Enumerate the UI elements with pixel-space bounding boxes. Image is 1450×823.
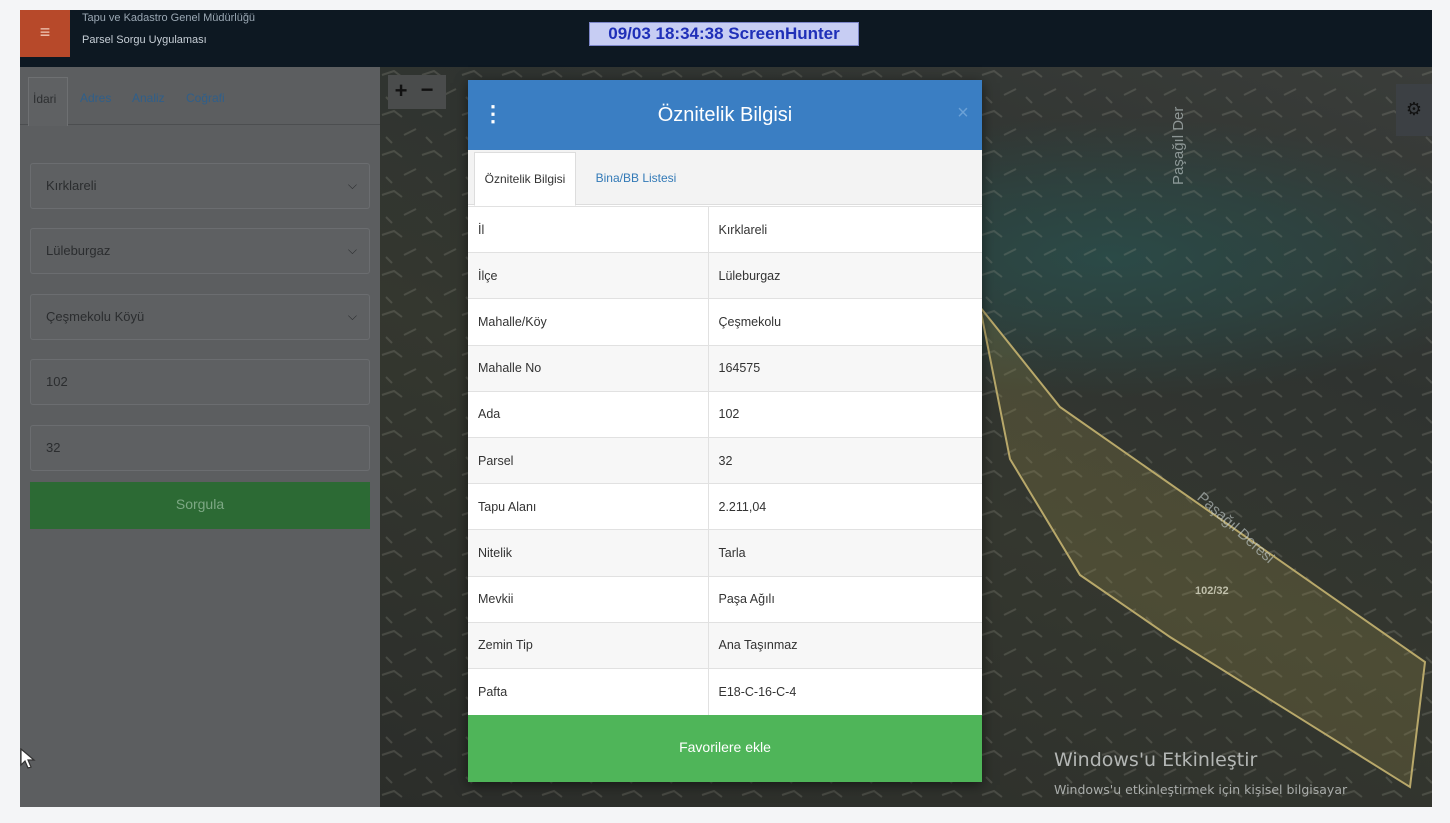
- table-row: İlçe Lüleburgaz: [468, 252, 982, 299]
- table-row: Parsel 32: [468, 436, 982, 484]
- attr-value: E18-C-16-C-4: [708, 667, 982, 715]
- mahalle-select-value: Çeşmekolu Köyü: [46, 309, 145, 324]
- street-label: Paşağıl Der: [1170, 106, 1187, 185]
- table-row: Mahalle No 164575: [468, 344, 982, 392]
- windows-activation-title: Windows'u Etkinleştir: [1054, 749, 1258, 771]
- attr-key: Tapu Alanı: [468, 483, 709, 530]
- attr-value: Lüleburgaz: [708, 252, 982, 299]
- attr-key: Mahalle/Köy: [468, 298, 709, 346]
- attr-key: İlçe: [468, 252, 709, 299]
- hamburger-icon[interactable]: ≡: [20, 10, 70, 57]
- attr-key: Pafta: [468, 667, 709, 715]
- tab-adres[interactable]: Adres: [80, 91, 111, 105]
- windows-activation-subtitle: Windows'u etkinleştirmek için kişisel bi…: [1054, 782, 1348, 797]
- ada-input-value: 102: [46, 374, 68, 389]
- attr-value: Çeşmekolu: [708, 298, 982, 346]
- zoom-out-button[interactable]: −: [414, 75, 440, 109]
- sidebar-tabs: İdari Adres Analiz Coğrafi: [20, 67, 380, 126]
- kebab-menu-icon[interactable]: ⋮: [482, 100, 504, 130]
- table-row: Mevkii Paşa Ağılı: [468, 575, 982, 623]
- attr-value: 164575: [708, 344, 982, 392]
- il-select-value: Kırklareli: [46, 178, 97, 193]
- attr-value: Paşa Ağılı: [708, 575, 982, 623]
- parcel-label: 102/32: [1195, 585, 1229, 597]
- mouse-cursor-icon: [20, 748, 36, 769]
- attr-key: Ada: [468, 390, 709, 438]
- modal-tabs: Öznitelik Bilgisi Bina/BB Listesi: [468, 150, 982, 206]
- attr-value: Ana Taşınmaz: [708, 621, 982, 669]
- attr-key: Parsel: [468, 436, 709, 484]
- tab-analiz[interactable]: Analiz: [132, 91, 165, 105]
- tab-oznitelik-bilgisi[interactable]: Öznitelik Bilgisi: [474, 152, 576, 206]
- table-row: Tapu Alanı 2.211,04: [468, 483, 982, 530]
- ilce-select-value: Lüleburgaz: [46, 243, 111, 258]
- ilce-select[interactable]: Lüleburgaz ⌵: [30, 228, 370, 274]
- zoom-in-button[interactable]: +: [388, 75, 414, 109]
- attr-key: Mevkii: [468, 575, 709, 623]
- app-screen: ≡ Tapu ve Kadastro Genel Müdürlüğü Parse…: [20, 10, 1432, 807]
- table-row: Pafta E18-C-16-C-4: [468, 667, 982, 715]
- table-row: Zemin Tip Ana Taşınmaz: [468, 621, 982, 669]
- attr-value: 2.211,04: [708, 483, 982, 530]
- attr-key: Mahalle No: [468, 344, 709, 392]
- table-row: İl Kırklareli: [468, 205, 982, 253]
- attr-key: İl: [468, 205, 709, 253]
- modal-title: Öznitelik Bilgisi: [657, 104, 793, 126]
- app-header: ≡ Tapu ve Kadastro Genel Müdürlüğü Parse…: [20, 10, 1432, 67]
- chevron-down-icon: ⌵: [347, 178, 357, 192]
- attribute-modal: Öznitelik Bilgisi ⋮ × Öznitelik Bilgisi …: [468, 80, 982, 782]
- mahalle-select[interactable]: Çeşmekolu Köyü ⌵: [30, 294, 370, 340]
- attr-value: Kırklareli: [708, 205, 982, 253]
- zoom-control: + −: [388, 75, 446, 109]
- attr-value: 32: [708, 436, 982, 484]
- org-name: Tapu ve Kadastro Genel Müdürlüğü: [82, 12, 256, 24]
- parsel-input-value: 32: [46, 440, 61, 455]
- attribute-table: İl Kırklareli İlçe Lüleburgaz Mahalle/Köy Ç…: [468, 205, 982, 715]
- attr-key: Nitelik: [468, 529, 709, 576]
- attr-value: Tarla: [708, 529, 982, 576]
- chevron-down-icon: ⌵: [347, 309, 357, 323]
- table-row: Ada 102: [468, 390, 982, 438]
- app-name: Parsel Sorgu Uygulaması: [82, 34, 207, 46]
- chevron-down-icon: ⌵: [347, 243, 357, 257]
- table-row: Nitelik Tarla: [468, 529, 982, 576]
- attr-value: 102: [708, 390, 982, 438]
- add-favorite-button[interactable]: Favorilere ekle: [468, 715, 982, 782]
- screenshot-frame: ≡ Tapu ve Kadastro Genel Müdürlüğü Parse…: [0, 0, 1450, 823]
- close-icon[interactable]: ×: [954, 101, 972, 125]
- screenhunter-stamp: 09/03 18:34:38 ScreenHunter: [589, 22, 859, 46]
- sidebar: İdari Adres Analiz Coğrafi Kırklareli ⌵ …: [20, 67, 380, 807]
- modal-header: Öznitelik Bilgisi ⋮ ×: [468, 80, 982, 150]
- tab-bina-bb-listesi[interactable]: Bina/BB Listesi: [586, 152, 686, 204]
- tab-cografi[interactable]: Coğrafi: [186, 91, 225, 105]
- tab-idari[interactable]: İdari: [28, 77, 68, 126]
- ada-input[interactable]: 102: [30, 359, 370, 405]
- il-select[interactable]: Kırklareli ⌵: [30, 163, 370, 209]
- table-row: Mahalle/Köy Çeşmekolu: [468, 298, 982, 346]
- query-button[interactable]: Sorgula: [30, 482, 370, 529]
- parsel-input[interactable]: 32: [30, 425, 370, 471]
- attr-key: Zemin Tip: [468, 621, 709, 669]
- gear-icon[interactable]: ⚙: [1396, 84, 1432, 136]
